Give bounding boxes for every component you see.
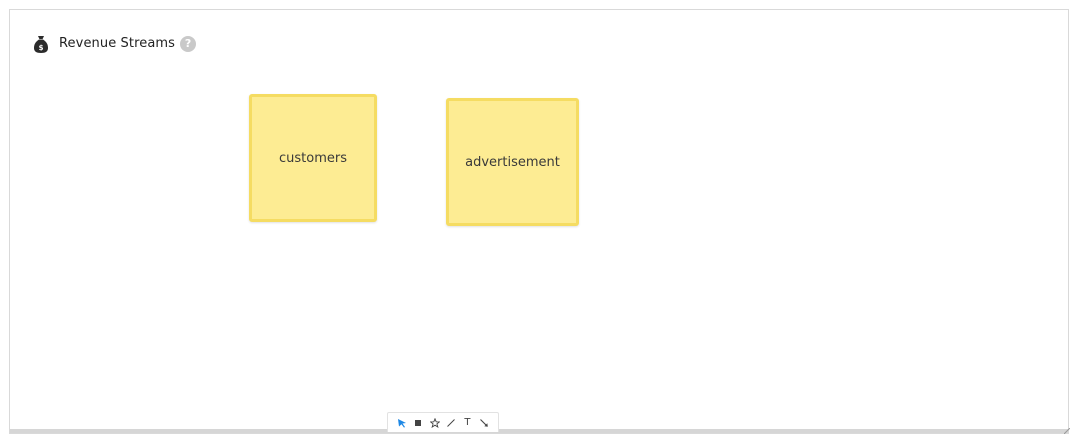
arrow-icon (479, 418, 488, 427)
shape-tool-button[interactable] (429, 417, 441, 429)
star-icon (429, 417, 440, 428)
board-bottom-edge (10, 429, 1068, 433)
money-bag-icon: $ (33, 35, 49, 54)
line-icon (447, 418, 455, 427)
select-tool-button[interactable] (396, 417, 408, 429)
connector-tool-button[interactable] (478, 417, 490, 429)
text-tool-button[interactable]: T (461, 417, 473, 429)
canvas-header: $ Revenue Streams ? (33, 34, 197, 54)
sticky-note-advertisement[interactable]: advertisement (446, 98, 579, 226)
resize-handle-icon[interactable] (1064, 428, 1070, 434)
cursor-arrow-icon (398, 418, 407, 428)
sticky-note-tool-button[interactable] (412, 417, 424, 429)
canvas-title: Revenue Streams (59, 36, 176, 51)
canvas-board[interactable]: $ Revenue Streams ? customers advertisem… (9, 9, 1069, 434)
line-tool-button[interactable] (445, 417, 457, 429)
svg-text:$: $ (39, 44, 44, 52)
square-icon (415, 419, 422, 426)
drawing-toolbar: T (387, 412, 499, 432)
sticky-note-customers[interactable]: customers (249, 94, 377, 222)
help-icon[interactable]: ? (180, 36, 197, 52)
